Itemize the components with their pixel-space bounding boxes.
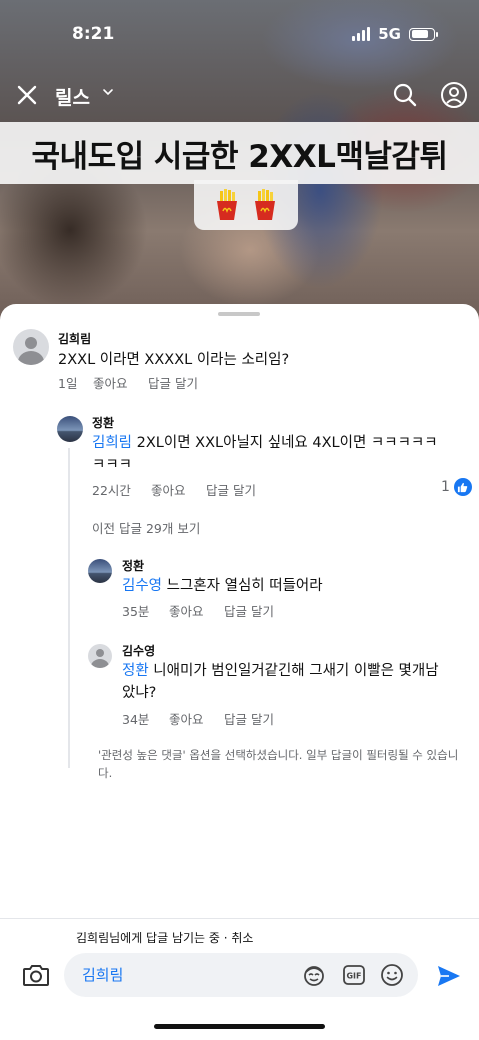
close-icon[interactable] [14,82,40,108]
reel-caption-text: 국내도입 시급한 2XXL맥날감튀 [31,138,448,175]
comment-text: 2XXL 이라면 XXXXL 이라는 소리임? [58,352,290,368]
avatar[interactable] [88,559,112,583]
like-count-value: 1 [441,479,450,495]
comment-author[interactable]: 김희림 [58,330,289,347]
comment-actions: 35분 좋아요 답글 달기 [122,601,274,620]
avatar[interactable] [57,416,83,442]
comment-time: 22시간 [92,483,131,498]
comment: 김희림 2XXL 이라면 XXXXL 이라는 소리임? [58,330,289,371]
status-bar: 8:21 5G [0,20,479,50]
emoji-icon[interactable] [380,963,404,987]
svg-text:GIF: GIF [346,972,361,981]
comment-author[interactable]: 정환 [92,414,467,431]
status-time: 8:21 [72,24,115,44]
replying-indicator: 김희림님에게 답글 남기는 중 · 취소 [76,931,254,945]
status-indicators: 5G [352,25,438,43]
avatar[interactable] [88,644,112,668]
like-button[interactable]: 좋아요 [151,480,206,499]
camera-icon[interactable] [22,962,50,988]
reply-button[interactable]: 답글 달기 [224,709,274,728]
view-more-replies[interactable]: 이전 답글 29개 보기 [92,518,200,537]
avatar-sticker-icon[interactable] [302,963,326,987]
thread-line [68,448,70,768]
battery-icon [409,27,438,41]
avatar[interactable] [13,329,49,365]
reels-title[interactable]: 릴스 [55,83,90,110]
like-button[interactable]: 좋아요 [169,709,224,728]
search-icon[interactable] [392,82,418,108]
like-button[interactable]: 좋아요 [169,601,224,620]
comment-time: 34분 [122,712,150,727]
comment-text-continued: ㅋㅋㅋ [92,457,133,473]
comment: 김수영 정환 니애미가 범인일거같긴해 그새기 이빨은 몇개남 았냐? [122,642,467,704]
reply-button[interactable]: 답글 달기 [148,373,198,392]
divider [0,918,479,919]
comment-input-value[interactable]: 김희림 [82,964,123,985]
comment-input[interactable]: 김희림 GIF [64,953,418,997]
sheet-grabber[interactable] [218,312,260,316]
reel-top-bar: 릴스 [0,80,479,116]
comment: 정환 김수영 느그혼자 열심히 떠들어라 [122,557,323,597]
reel-caption: 국내도입 시급한 2XXL맥날감튀 [0,122,479,184]
like-count[interactable]: 1 [441,478,472,496]
comment-actions: 34분 좋아요 답글 달기 [122,709,274,728]
chevron-down-icon[interactable] [102,86,114,98]
like-button[interactable]: 좋아요 [93,373,148,392]
comment-mention[interactable]: 김수영 [122,578,162,594]
comment-time: 1일 [58,376,78,391]
like-icon [453,478,472,496]
caption-emojis [194,180,298,230]
cancel-reply-button[interactable]: 취소 [231,931,253,945]
filter-notice: '관련성 높은 댓글' 옵션을 선택하셨습니다. 일부 답글이 필터링될 수 있… [98,748,459,780]
reply-button[interactable]: 답글 달기 [224,601,274,620]
comment-text: 2XL이면 XXL아닐지 싶네요 4XL이면 ㅋㅋㅋㅋㅋ [132,435,438,451]
comment-author[interactable]: 정환 [122,557,323,574]
fries-icon [255,189,275,220]
replying-text: 김희림님에게 답글 남기는 중 [76,931,220,945]
comment-mention[interactable]: 정환 [122,663,149,679]
comment-time: 35분 [122,604,150,619]
comment-text: 느그혼자 열심히 떠들어라 [162,578,323,594]
comment-actions: 22시간 좋아요 답글 달기 [92,480,256,499]
comment-text-continued: 았냐? [122,685,157,701]
reply-button[interactable]: 답글 달기 [206,480,256,499]
comment-actions: 1일 좋아요 답글 달기 [58,373,198,392]
gif-icon[interactable]: GIF [342,963,366,987]
home-indicator[interactable] [154,1024,325,1029]
fries-icon [217,189,237,220]
network-label: 5G [378,25,401,43]
signal-icon [352,27,371,41]
comment-mention[interactable]: 김희림 [92,435,132,451]
comment-author[interactable]: 김수영 [122,642,467,659]
profile-icon[interactable] [440,81,468,109]
send-icon[interactable] [436,963,462,989]
comment: 정환 김희림 2XL이면 XXL아닐지 싶네요 4XL이면 ㅋㅋㅋㅋㅋ ㅋㅋㅋ [92,414,467,476]
comment-text: 니애미가 범인일거같긴해 그새기 이빨은 몇개남 [148,663,439,679]
